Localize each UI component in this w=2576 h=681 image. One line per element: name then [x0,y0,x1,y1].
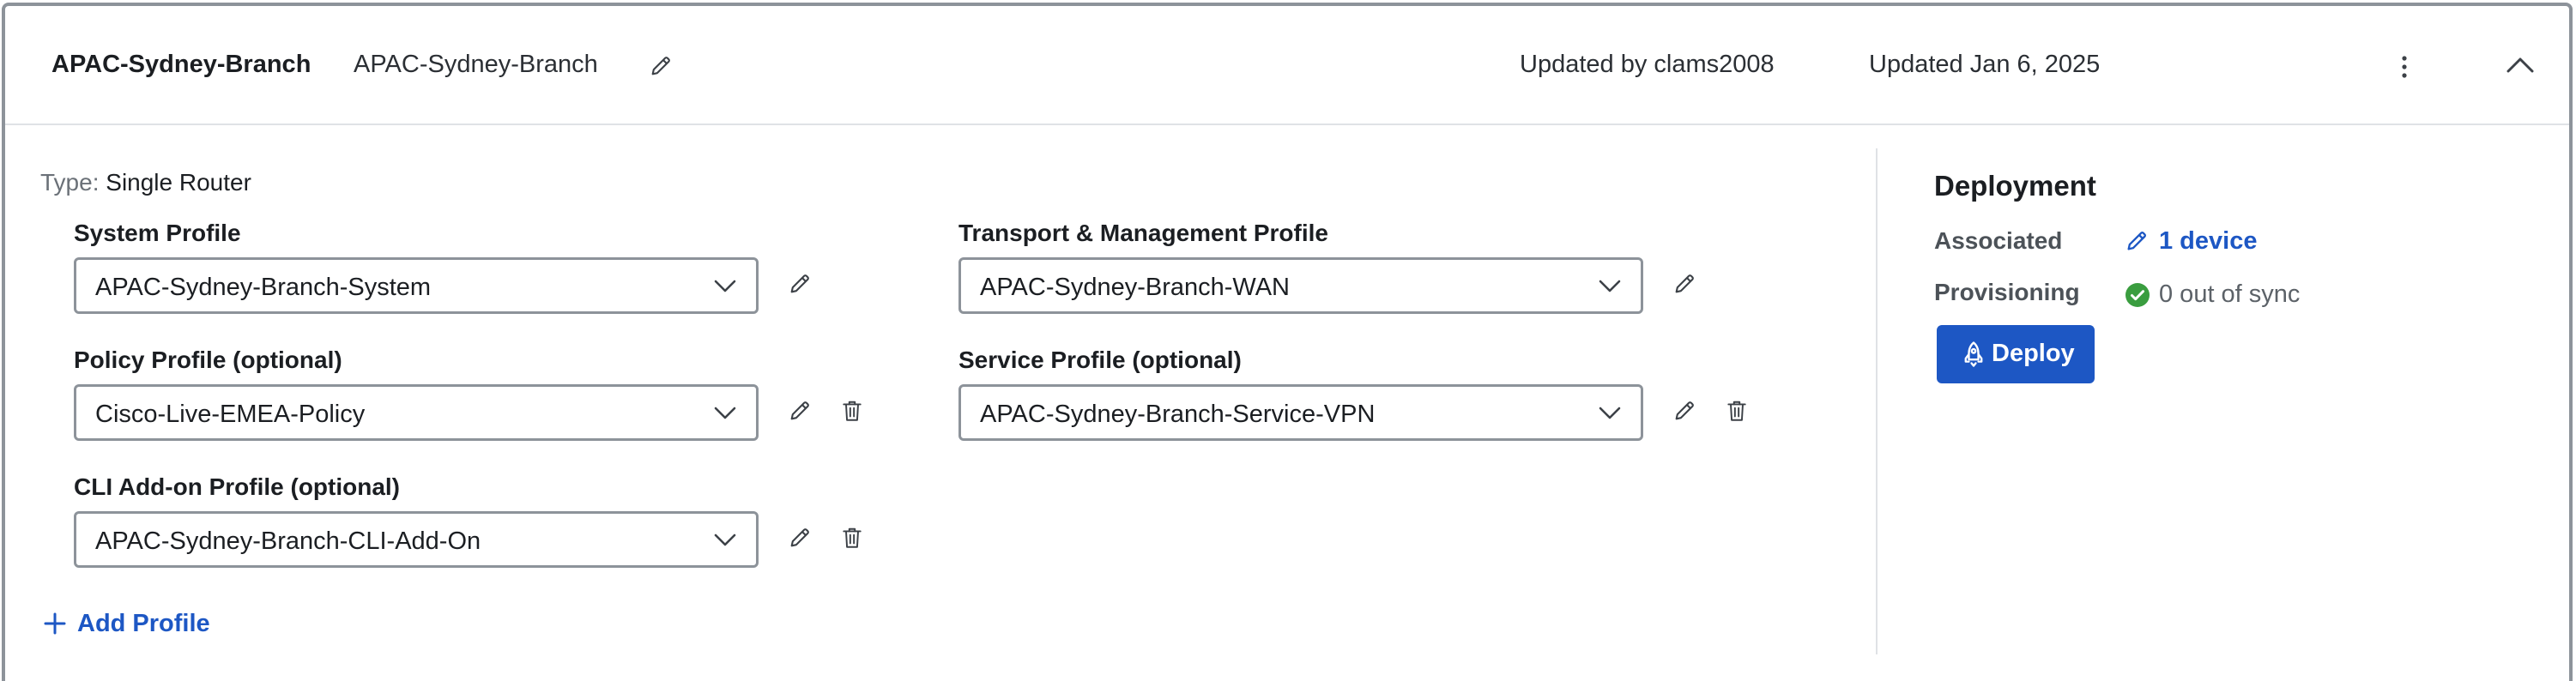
provisioning-value: 0 out of sync [2159,280,2301,308]
policy-profile-select[interactable]: Cisco-Live-EMEA-Policy [74,384,759,441]
router-type: Type: Single Router [40,167,251,198]
provisioning-label: Provisioning [1934,279,2080,305]
edit-cli-profile-icon[interactable] [788,526,812,550]
chevron-down-icon [1599,280,1621,292]
more-vertical-icon[interactable] [2398,52,2411,81]
cli-profile-label: CLI Add-on Profile (optional) [74,473,401,500]
deploy-button-label: Deploy [1992,340,2075,367]
transport-profile-label: Transport & Management Profile [958,220,1328,246]
associated-value: 1 device [2159,227,2258,255]
system-profile-label: System Profile [74,220,241,246]
delete-cli-profile-icon[interactable] [841,526,863,550]
rocket-icon [1964,341,1983,367]
config-group-name-editable: APAC-Sydney-Branch [354,51,598,78]
section-divider [1876,148,1878,654]
deployment-title: Deployment [1934,170,2096,202]
edit-policy-profile-icon[interactable] [788,399,812,423]
type-label: Type: [40,169,100,196]
pencil-icon[interactable] [649,54,673,78]
cli-profile-value: APAC-Sydney-Branch-CLI-Add-On [95,527,481,555]
add-profile-label: Add Profile [77,610,210,637]
card-header: APAC-Sydney-Branch APAC-Sydney-Branch Up… [5,6,2569,125]
deploy-button[interactable]: Deploy [1937,325,2095,383]
service-profile-select[interactable]: APAC-Sydney-Branch-Service-VPN [958,384,1643,441]
policy-profile-label: Policy Profile (optional) [74,347,342,373]
system-profile-value: APAC-Sydney-Branch-System [95,274,432,301]
pencil-icon [2127,232,2146,250]
updated-by-text: Updated by clams2008 [1520,51,1775,78]
system-profile-select[interactable]: APAC-Sydney-Branch-System [74,257,759,314]
chevron-down-icon [1599,407,1621,419]
chevron-down-icon [714,280,736,292]
transport-profile-select[interactable]: APAC-Sydney-Branch-WAN [958,257,1643,314]
edit-transport-profile-icon[interactable] [1672,272,1696,296]
transport-profile-value: APAC-Sydney-Branch-WAN [980,274,1290,301]
updated-date-text: Updated Jan 6, 2025 [1869,51,2101,78]
edit-system-profile-icon[interactable] [788,272,812,296]
chevron-up-icon[interactable] [2506,56,2535,75]
type-value: Single Router [106,169,251,196]
cli-profile-select[interactable]: APAC-Sydney-Branch-CLI-Add-On [74,511,759,568]
associated-label: Associated [1934,227,2063,254]
chevron-down-icon [714,407,736,419]
policy-profile-value: Cisco-Live-EMEA-Policy [95,401,366,428]
delete-policy-profile-icon[interactable] [841,399,863,423]
service-profile-value: APAC-Sydney-Branch-Service-VPN [980,401,1376,428]
chevron-down-icon [714,533,736,546]
config-group-name: APAC-Sydney-Branch [51,51,311,78]
delete-service-profile-icon[interactable] [1726,399,1748,423]
service-profile-label: Service Profile (optional) [958,347,1242,373]
configuration-group-card: APAC-Sydney-Branch APAC-Sydney-Branch Up… [2,3,2573,681]
edit-service-profile-icon[interactable] [1672,399,1696,423]
plus-icon [44,612,66,635]
check-circle-icon [2126,283,2150,307]
